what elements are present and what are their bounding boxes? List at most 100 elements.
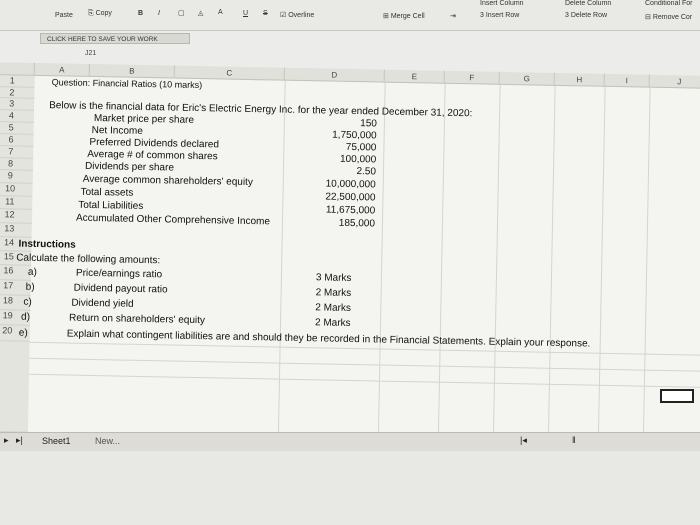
row-header[interactable]: 4 bbox=[0, 109, 35, 123]
label-aoci[interactable]: Accumulated Other Comprehensive Income bbox=[76, 213, 270, 228]
value-market-price[interactable]: 150 bbox=[287, 117, 377, 129]
row-header[interactable]: 8 bbox=[0, 157, 34, 171]
value-dividends-per-share[interactable]: 2.50 bbox=[286, 165, 376, 177]
scroll-first-icon[interactable]: ▸ bbox=[4, 435, 9, 446]
copy-label: Copy bbox=[95, 10, 112, 17]
item-label-contingent-liabilities[interactable]: Explain what contingent liabilities are … bbox=[67, 329, 591, 350]
column-header-a[interactable]: A bbox=[34, 62, 90, 77]
column-header-e[interactable]: E bbox=[384, 69, 445, 84]
item-letter[interactable]: a) bbox=[28, 267, 37, 278]
insert-row-icon: 3 bbox=[480, 12, 484, 19]
instructions-heading[interactable]: Instructions bbox=[18, 239, 75, 251]
gridline bbox=[492, 84, 501, 442]
italic-button[interactable]: I bbox=[158, 10, 160, 17]
copy-button[interactable]: ⎘ Copy bbox=[88, 10, 112, 18]
corner-header[interactable] bbox=[0, 62, 35, 76]
merge-label: Merge Cell bbox=[390, 13, 425, 20]
selected-cell[interactable] bbox=[660, 389, 694, 403]
item-marks[interactable]: 2 Marks bbox=[315, 302, 351, 314]
delete-row-button[interactable]: 3 Delete Row bbox=[565, 12, 607, 19]
row-header[interactable]: 5 bbox=[0, 121, 34, 135]
instructions-text[interactable]: Calculate the following amounts: bbox=[16, 253, 160, 267]
remove-icon: ⊟ bbox=[645, 14, 651, 21]
gridline bbox=[597, 86, 606, 444]
item-letter[interactable]: b) bbox=[26, 282, 35, 293]
merge-cell-button[interactable]: ⊞ Merge Cell bbox=[383, 12, 425, 20]
label-total-liabilities[interactable]: Total Liabilities bbox=[78, 200, 143, 212]
label-total-assets[interactable]: Total assets bbox=[80, 187, 133, 199]
row-header[interactable]: 7 bbox=[0, 145, 34, 159]
overline-button[interactable]: ☑ Overline bbox=[280, 11, 314, 19]
bold-button[interactable]: B bbox=[138, 10, 143, 17]
tab-new[interactable]: New... bbox=[95, 436, 120, 446]
strike-button[interactable]: S bbox=[263, 10, 268, 17]
item-letter[interactable]: c) bbox=[23, 297, 32, 308]
value-preferred-dividends[interactable]: 75,000 bbox=[286, 141, 377, 154]
column-header-f[interactable]: F bbox=[444, 70, 500, 85]
bottom-area bbox=[0, 451, 700, 525]
label-net-income[interactable]: Net Income bbox=[92, 125, 143, 137]
item-marks[interactable]: 2 Marks bbox=[315, 317, 351, 329]
gridline bbox=[642, 87, 651, 445]
underline-button[interactable]: U bbox=[243, 10, 248, 17]
item-label-return-equity[interactable]: Return on shareholders' equity bbox=[69, 313, 205, 327]
remove-button[interactable]: ⊟ Remove Cor bbox=[645, 13, 692, 21]
item-label-payout-ratio[interactable]: Dividend payout ratio bbox=[74, 283, 168, 296]
label-dividends-per-share[interactable]: Dividends per share bbox=[85, 161, 174, 174]
value-aoci[interactable]: 185,000 bbox=[285, 217, 375, 230]
column-header-i[interactable]: I bbox=[604, 73, 650, 88]
tab-sheet1[interactable]: Sheet1 bbox=[42, 436, 71, 446]
gridline bbox=[377, 82, 386, 440]
question-title[interactable]: Question: Financial Ratios (10 marks) bbox=[52, 77, 203, 90]
paste-button[interactable]: Paste bbox=[55, 12, 73, 19]
border-icon[interactable]: ▢ bbox=[178, 9, 185, 17]
value-average-shares[interactable]: 100,000 bbox=[286, 153, 376, 166]
spreadsheet-window: Paste ⎘ Copy B I ▢ ◬ A U S ☑ Overline ⊞ … bbox=[0, 0, 700, 525]
item-marks[interactable]: 2 Marks bbox=[316, 287, 352, 299]
label-shareholders-equity[interactable]: Average common shareholders' equity bbox=[83, 174, 253, 188]
scroll-last-icon[interactable]: ▸| bbox=[16, 435, 23, 446]
font-color-icon[interactable]: A bbox=[218, 9, 223, 16]
scroll-left-icon[interactable]: |◂ bbox=[520, 435, 527, 446]
delete-column-button[interactable]: Delete Column bbox=[565, 0, 611, 7]
row-header[interactable]: 6 bbox=[0, 133, 34, 147]
item-label-pe-ratio[interactable]: Price/earnings ratio bbox=[76, 268, 162, 281]
insert-row-button[interactable]: 3 Insert Row bbox=[480, 12, 519, 19]
row-header[interactable]: 10 bbox=[0, 182, 33, 197]
column-header-h[interactable]: H bbox=[554, 72, 605, 87]
checkbox-icon: ☑ bbox=[280, 12, 287, 19]
column-header-d[interactable]: D bbox=[284, 67, 385, 83]
insert-column-button[interactable]: Insert Column bbox=[480, 0, 524, 7]
remove-label: Remove Cor bbox=[652, 14, 693, 21]
row-header[interactable]: 13 bbox=[0, 222, 32, 238]
align-icon[interactable]: ⇥ bbox=[450, 12, 456, 20]
row-header[interactable]: 9 bbox=[0, 169, 33, 184]
gridline bbox=[547, 85, 556, 443]
save-work-button[interactable]: CLICK HERE TO SAVE YOUR WORK bbox=[40, 33, 190, 44]
value-total-liabilities[interactable]: 11,675,000 bbox=[285, 204, 376, 216]
fill-color-icon[interactable]: ◬ bbox=[198, 9, 203, 17]
item-letter[interactable]: d) bbox=[21, 312, 30, 323]
overline-label: Overline bbox=[288, 12, 315, 19]
row-header[interactable]: 2 bbox=[0, 86, 35, 99]
value-shareholders-equity[interactable]: 10,000,000 bbox=[286, 178, 376, 190]
item-label-dividend-yield[interactable]: Dividend yield bbox=[71, 298, 133, 310]
row-header[interactable]: 3 bbox=[0, 97, 35, 111]
label-market-price[interactable]: Market price per share bbox=[94, 113, 194, 126]
value-total-assets[interactable]: 22,500,000 bbox=[285, 191, 375, 203]
item-marks[interactable]: 3 Marks bbox=[316, 272, 352, 284]
column-header-g[interactable]: G bbox=[499, 71, 555, 86]
name-box[interactable]: J21 bbox=[85, 50, 96, 57]
item-letter[interactable]: e) bbox=[19, 328, 28, 339]
row-header[interactable]: 1 bbox=[0, 74, 35, 88]
conditional-format-button[interactable]: Conditional For bbox=[645, 0, 692, 7]
row-header[interactable]: 16 bbox=[0, 264, 32, 281]
scrollbar-thumb[interactable]: ‖ bbox=[572, 435, 576, 445]
row-header[interactable]: 12 bbox=[0, 208, 33, 224]
column-header-c[interactable]: C bbox=[174, 65, 285, 81]
row-header[interactable] bbox=[0, 340, 30, 433]
column-header-b[interactable]: B bbox=[89, 63, 175, 79]
column-header-j[interactable]: J bbox=[649, 74, 700, 89]
row-header[interactable]: 11 bbox=[0, 195, 33, 210]
value-net-income[interactable]: 1,750,000 bbox=[287, 129, 377, 142]
